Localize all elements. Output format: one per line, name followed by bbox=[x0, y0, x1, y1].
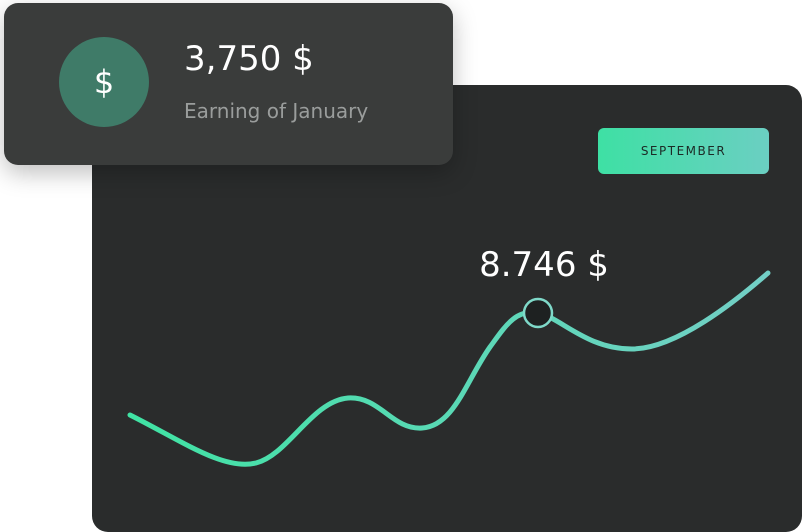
dollar-icon: $ bbox=[59, 37, 149, 127]
earnings-trend-line bbox=[127, 270, 771, 467]
month-select-button[interactable]: SEPTEMBER bbox=[598, 128, 769, 174]
earning-caption: Earning of January bbox=[184, 99, 369, 123]
earning-summary-card: $ 3,750 $ Earning of January bbox=[4, 3, 453, 165]
earning-amount: 3,750 $ bbox=[184, 39, 314, 79]
highlighted-data-point[interactable] bbox=[522, 297, 554, 329]
highlighted-value-label: 8.746 $ bbox=[479, 245, 609, 285]
